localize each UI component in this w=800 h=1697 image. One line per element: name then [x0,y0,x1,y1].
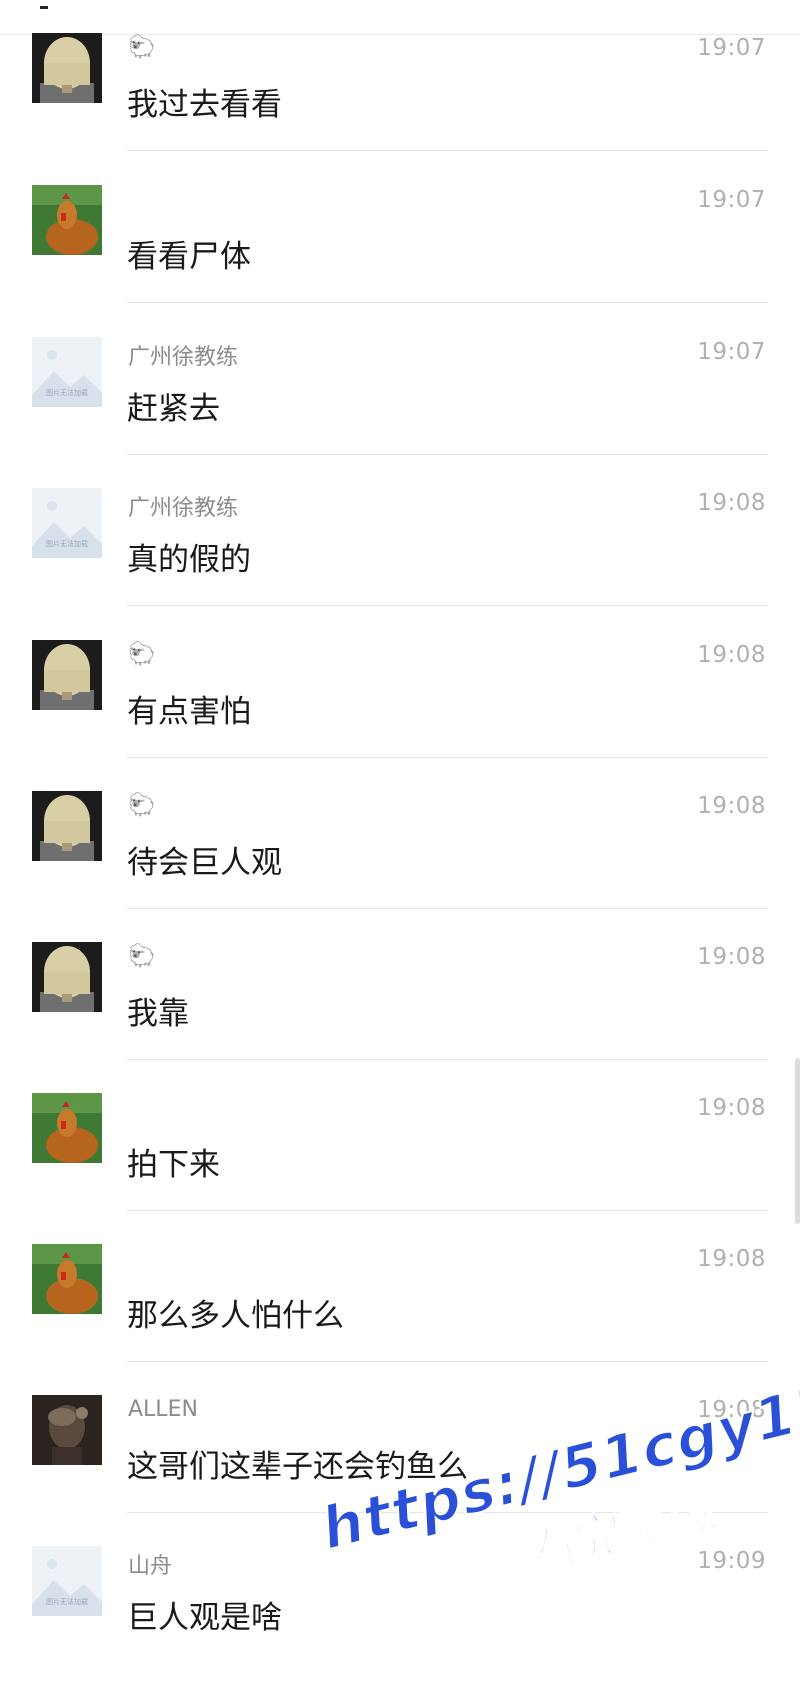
placeholder-caption: 图片无法加载 [46,388,88,397]
message-text: 赶紧去 [127,391,220,427]
rooster-avatar[interactable] [32,1244,102,1314]
message-time: 19:08 [697,793,766,819]
message-row[interactable]: 🐑 19:08 待会巨人观 [0,791,800,942]
sender-name: 山舟 [128,1554,173,1579]
message-row[interactable]: 图片无法加载 广州徐教练 19:08 真的假的 [0,488,800,639]
message-row[interactable]: 19:07 看看尸体 [0,185,800,336]
message-row[interactable]: 图片无法加载 广州徐教练 19:07 赶紧去 [0,337,800,488]
message-text: 那么多人怕什么 [127,1298,344,1334]
divider [127,454,768,455]
placeholder-caption: 图片无法加载 [46,539,88,548]
divider [127,1210,768,1211]
scrollbar[interactable] [795,1058,800,1224]
bob-hair-avatar[interactable] [32,942,102,1012]
placeholder-caption: 图片无法加载 [46,1597,88,1606]
message-time: 19:07 [697,339,766,365]
message-time: 19:08 [697,1095,766,1121]
message-text: 巨人观是啥 [127,1600,282,1636]
divider [127,908,768,909]
sender-name: 🐑 [128,944,156,969]
sender-name: 🐑 [128,642,156,667]
sender-name: 广州徐教练 [128,496,239,521]
divider [127,605,768,606]
sender-name: 🐑 [128,35,156,60]
message-text: 真的假的 [127,542,251,578]
bob-hair-avatar[interactable] [32,791,102,861]
sender-name: ALLEN [128,1397,198,1422]
message-text: 拍下来 [127,1147,220,1183]
sender-name: 🐑 [128,793,156,818]
art-portrait-avatar[interactable] [32,1395,102,1465]
divider [127,150,768,151]
bob-hair-avatar[interactable] [32,33,102,103]
placeholder-avatar[interactable]: 图片无法加载 [32,488,102,558]
divider [127,1361,768,1362]
message-row[interactable]: 🐑 19:08 有点害怕 [0,640,800,791]
message-text: 有点害怕 [127,694,251,730]
message-time: 19:08 [697,490,766,516]
message-row[interactable]: 🐑 19:08 我靠 [0,942,800,1093]
top-bar [0,0,800,35]
message-text: 这哥们这辈子还会钓鱼么 [127,1449,468,1485]
message-row[interactable]: 图片无法加载 山舟 19:09 巨人观是啥 [0,1546,800,1697]
divider [127,1059,768,1060]
message-text: 待会巨人观 [127,845,282,881]
message-row[interactable]: 🐑 19:07 我过去看看 [0,33,800,184]
message-text: 看看尸体 [127,239,251,275]
message-time: 19:08 [697,1246,766,1272]
sender-name: 广州徐教练 [128,345,239,370]
message-time: 19:07 [697,187,766,213]
divider [127,757,768,758]
message-text: 我靠 [127,996,189,1032]
bob-hair-avatar[interactable] [32,640,102,710]
divider [127,302,768,303]
divider [127,1512,768,1513]
message-text: 我过去看看 [127,87,282,123]
rooster-avatar[interactable] [32,185,102,255]
message-row[interactable]: 19:08 那么多人怕什么 [0,1244,800,1395]
message-row[interactable]: ALLEN 19:08 这哥们这辈子还会钓鱼么 [0,1395,800,1546]
placeholder-avatar[interactable]: 图片无法加载 [32,337,102,407]
message-time: 19:07 [697,35,766,61]
message-row[interactable]: 19:08 拍下来 [0,1093,800,1244]
back-arrow-icon[interactable] [40,0,48,9]
message-time: 19:08 [697,944,766,970]
rooster-avatar[interactable] [32,1093,102,1163]
message-time: 19:08 [697,1397,766,1423]
placeholder-avatar[interactable]: 图片无法加载 [32,1546,102,1616]
message-time: 19:09 [697,1548,766,1574]
message-time: 19:08 [697,642,766,668]
